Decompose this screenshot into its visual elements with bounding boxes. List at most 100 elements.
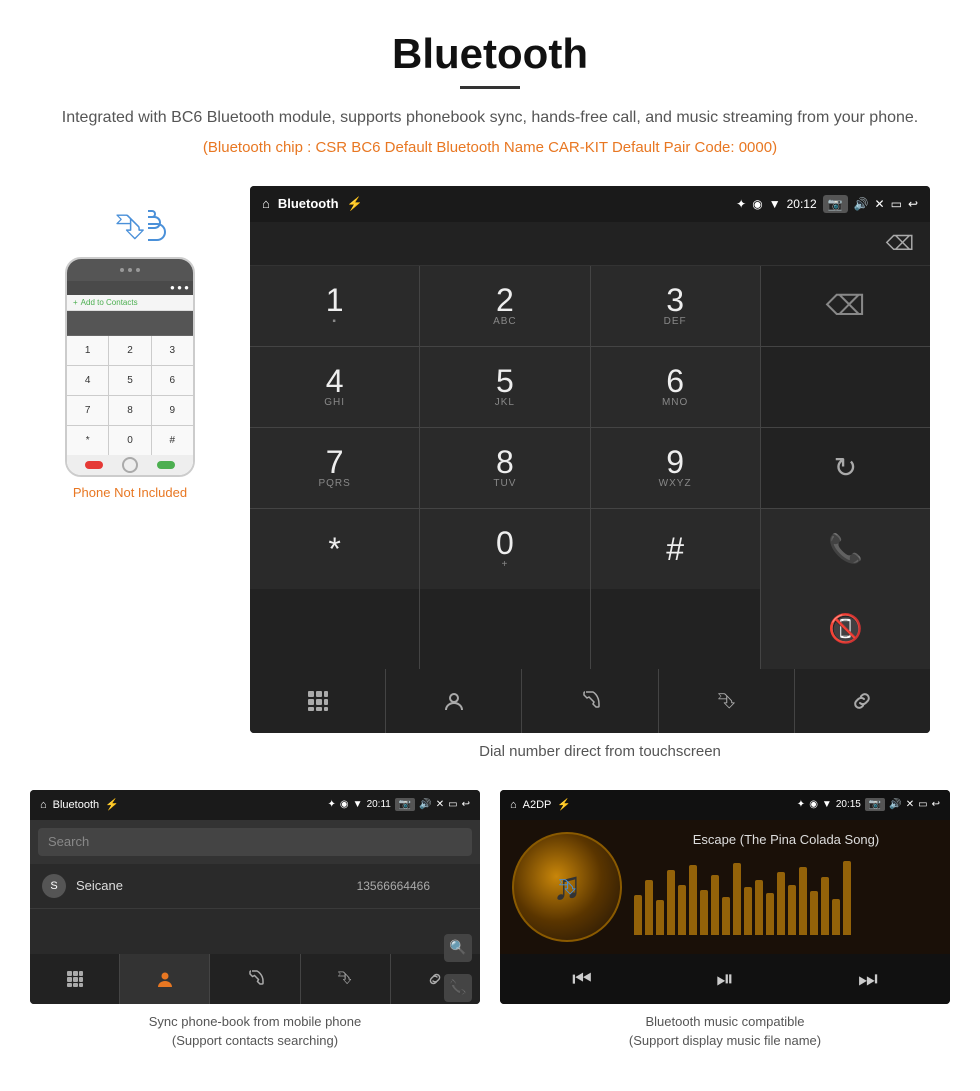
key-num-hash: # [666,533,684,565]
pb-btn-phone[interactable] [210,954,299,1004]
eq-bar [766,893,774,935]
phone-key-star: * [67,426,108,455]
pb-btn-grid[interactable] [30,954,119,1004]
key-sub-8: TUV [493,478,516,489]
dial-key-6[interactable]: 6 MNO [591,347,760,427]
ms-next-button[interactable]: ⏭ [858,966,878,992]
pb-contacts-icon [156,970,174,988]
eq-bar [799,867,807,935]
ms-caption-line1: Bluetooth music compatible [646,1014,805,1029]
ms-time: 20:15 [836,799,861,810]
dial-time: 20:12 [787,197,817,211]
page-header: Bluetooth Integrated with BC6 Bluetooth … [0,0,980,186]
dial-key-3[interactable]: 3 DEF [591,266,760,346]
phone-key-3: 3 [152,336,193,365]
pb-title: Bluetooth [53,799,99,811]
dial-key-call[interactable]: 📞 [761,509,930,589]
ms-prev-button[interactable]: ⏮ [572,966,592,992]
dial-key-5[interactable]: 5 JKL [420,347,589,427]
ms-content: ♫ ⮷ Escape (The Pina Colada Song) [500,820,950,954]
dial-key-star[interactable]: * [250,509,419,589]
pb-status-bar: ⌂ Bluetooth ⚡ ✦ ◉ ▼ 20:11 📷 🔊 ✕ ▭ ↩ [30,790,480,820]
phone-status-bar: ● ● ● [67,281,193,295]
ms-close-icon: ✕ [906,799,914,810]
dial-cell-sync[interactable]: ↻ [761,428,930,508]
call-icon: 📞 [828,532,863,565]
page-title: Bluetooth [40,30,940,78]
eq-bar [755,880,763,935]
dial-key-2[interactable]: 2 ABC [420,266,589,346]
key-num-8: 8 [496,446,514,478]
camera-icon: 📷 [823,195,848,213]
pb-time: 20:11 [367,799,391,810]
bluetooth-icon-container: ⮷ [116,206,145,249]
phone-add-contact: +Add to Contacts [67,295,193,311]
bluetooth-specs: (Bluetooth chip : CSR BC6 Default Blueto… [40,139,940,156]
eq-bar [777,872,785,935]
dial-empty-extra-3 [591,589,760,669]
dial-key-8[interactable]: 8 TUV [420,428,589,508]
pb-call-right-icon[interactable]: 📞 [444,974,472,1002]
ms-window-icon: ▭ [918,799,927,810]
pb-btn-bluetooth[interactable]: ⮷ [301,954,390,1004]
contacts-icon [443,690,465,712]
ms-play-pause-button[interactable]: ⏯ [716,966,734,992]
eq-bar [744,887,752,935]
eq-bar [843,861,851,935]
bottom-btn-contacts[interactable] [386,669,521,733]
dial-status-bar: ⌂ Bluetooth ⚡ ✦ ◉ ▼ 20:12 📷 🔊 ✕ ▭ ↩ [250,186,930,222]
eq-bar [821,877,829,935]
dial-caption: Dial number direct from touchscreen [250,743,950,760]
pb-btn-contacts[interactable] [120,954,209,1004]
key-sub-6: MNO [662,397,688,408]
key-sub-5: JKL [495,397,515,408]
backspace-button[interactable]: ⌫ [886,231,914,256]
key-num-1: 1 [326,284,344,316]
dial-screen-container: ⌂ Bluetooth ⚡ ✦ ◉ ▼ 20:12 📷 🔊 ✕ ▭ ↩ [250,186,950,760]
phone-key-5: 5 [109,366,150,395]
dial-key-end[interactable]: 📵 [761,589,930,669]
phone-key-hash: # [152,426,193,455]
pb-search-input[interactable]: Search [38,828,472,856]
bottom-btn-grid[interactable] [250,669,385,733]
dial-key-7[interactable]: 7 PQRS [250,428,419,508]
usb-icon: ⚡ [347,196,363,212]
eq-bar [645,880,653,935]
eq-bar [656,900,664,935]
pb-contact-row[interactable]: S Seicane 13566664466 [30,864,480,909]
pb-search-bar: Search [30,820,480,864]
pb-search-placeholder: Search [48,834,89,849]
dial-key-0[interactable]: 0 + [420,509,589,589]
dial-key-9[interactable]: 9 WXYZ [591,428,760,508]
grid-icon [307,690,329,712]
ms-album-art: ♫ ⮷ [512,832,622,942]
dial-screen-title: Bluetooth [278,196,339,211]
ms-wifi-icon: ▼ [822,799,832,810]
phone-call-button [157,461,175,469]
ms-location-icon: ◉ [809,799,818,810]
bottom-btn-bluetooth[interactable]: ⮷ [659,669,794,733]
phonebook-screen: ⌂ Bluetooth ⚡ ✦ ◉ ▼ 20:11 📷 🔊 ✕ ▭ ↩ [30,790,480,1004]
ms-bt-overlay-icon: ⮷ [558,874,576,900]
pb-vol-icon: 🔊 [419,799,431,810]
dial-key-1[interactable]: 1 ▪ [250,266,419,346]
pb-window-icon: ▭ [448,799,457,810]
pb-grid-icon [66,970,84,988]
end-call-icon: 📵 [828,612,863,645]
dial-grid: 1 ▪ 2 ABC 3 DEF ⌫ 4 GHI [250,266,930,589]
dial-empty-extra-1 [250,589,419,669]
dial-key-4[interactable]: 4 GHI [250,347,419,427]
eq-bar [788,885,796,935]
bottom-btn-link[interactable] [795,669,930,733]
ms-status-bar: ⌂ A2DP ⚡ ✦ ◉ ▼ 20:15 📷 🔊 ✕ ▭ ↩ [500,790,950,820]
phone-key-6: 6 [152,366,193,395]
bottom-btn-phone[interactable] [522,669,657,733]
pb-contact-number: 13566664466 [357,879,430,893]
eq-bar [700,890,708,935]
pb-search-right-icon[interactable]: 🔍 [444,934,472,962]
key-num-6: 6 [666,365,684,397]
dial-key-hash[interactable]: # [591,509,760,589]
eq-bar [667,870,675,935]
ms-home-icon: ⌂ [510,799,517,811]
page-description: Integrated with BC6 Bluetooth module, su… [40,105,940,131]
